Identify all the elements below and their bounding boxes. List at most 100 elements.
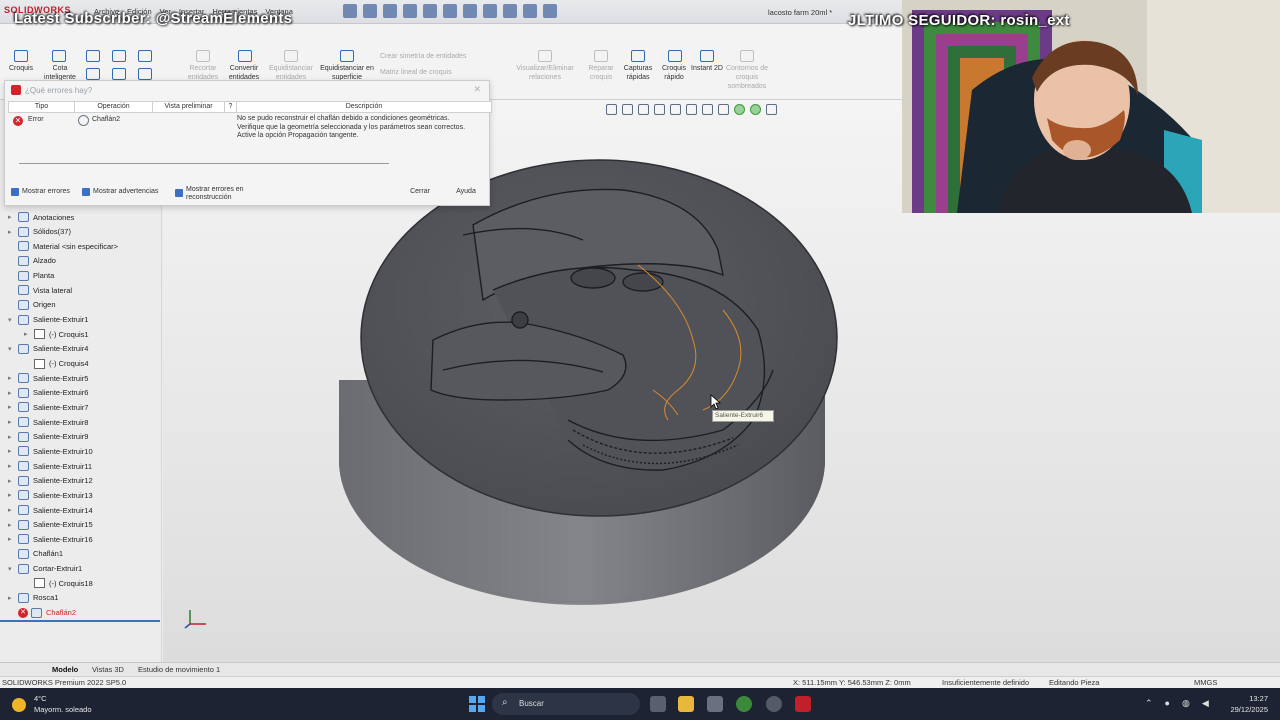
- col-vista-preliminar[interactable]: Vista preliminar: [153, 102, 225, 112]
- expand-toggle-icon[interactable]: ▸: [8, 594, 18, 602]
- store-icon[interactable]: [707, 696, 723, 712]
- zoom-to-fit-icon[interactable]: [606, 104, 617, 115]
- expand-toggle-icon[interactable]: ▸: [8, 535, 18, 543]
- tray-chevron-icon[interactable]: ⌃: [1145, 698, 1153, 709]
- tree-item[interactable]: ▸ Saliente-Extruir9: [8, 430, 88, 444]
- spline-tool-icon[interactable]: [138, 50, 152, 62]
- tree-item[interactable]: Planta: [8, 269, 54, 283]
- slot-tool-icon[interactable]: [112, 68, 126, 80]
- options-gear-icon[interactable]: [543, 4, 557, 18]
- rebuild-icon[interactable]: [503, 4, 517, 18]
- ribbon-simetria-button[interactable]: Crear simetría de entidades: [380, 52, 490, 61]
- volume-icon[interactable]: ◀: [1202, 698, 1209, 709]
- tree-item[interactable]: ▸ Saliente-Extruir14: [8, 503, 93, 517]
- help-button[interactable]: Ayuda: [449, 185, 483, 199]
- tab-estudio-movimiento[interactable]: Estudio de movimiento 1: [138, 665, 220, 674]
- expand-toggle-icon[interactable]: ▸: [8, 389, 18, 397]
- tree-item[interactable]: Origen: [8, 298, 56, 312]
- save-icon[interactable]: [403, 4, 417, 18]
- tree-item[interactable]: ▸ Sólidos(37): [8, 225, 71, 239]
- taskbar-clock[interactable]: 13:27 29/12/2025: [1226, 693, 1268, 715]
- view-orientation-icon[interactable]: [686, 104, 697, 115]
- close-button[interactable]: Cerrar: [403, 185, 437, 199]
- col-info[interactable]: ?: [225, 102, 237, 112]
- view-settings-icon[interactable]: [766, 104, 777, 115]
- tree-item[interactable]: ▸ Saliente-Extruir6: [8, 386, 88, 400]
- tree-item[interactable]: ▸ Saliente-Extruir16: [8, 532, 93, 546]
- microphone-icon[interactable]: ●: [1165, 698, 1170, 709]
- new-file-icon[interactable]: [363, 4, 377, 18]
- ribbon-relaciones-button[interactable]: Visualizar/Eliminar relaciones: [512, 64, 578, 82]
- close-icon[interactable]: ✕: [473, 84, 481, 95]
- network-icon[interactable]: ◍: [1182, 698, 1190, 709]
- tree-item[interactable]: ▸ (-) Croquis1: [24, 327, 89, 341]
- col-descripcion[interactable]: Descripción: [237, 102, 491, 112]
- tree-item[interactable]: ▸ Saliente-Extruir11: [8, 459, 92, 473]
- expand-toggle-icon[interactable]: ▸: [8, 521, 18, 529]
- expand-toggle-icon[interactable]: ▾: [8, 345, 18, 353]
- expand-toggle-icon[interactable]: ▸: [24, 330, 34, 338]
- expand-toggle-icon[interactable]: ▸: [8, 506, 18, 514]
- ribbon-instant2d-button[interactable]: Instant 2D: [690, 64, 724, 73]
- apply-scene-icon[interactable]: [750, 104, 761, 115]
- expand-toggle-icon[interactable]: ▸: [8, 447, 18, 455]
- tree-item[interactable]: ▸ Rosca1: [8, 591, 58, 605]
- ribbon-croquis-button[interactable]: Croquis: [4, 64, 38, 73]
- show-warnings-checkbox[interactable]: Mostrar advertencias: [82, 188, 158, 196]
- section-view-icon[interactable]: [654, 104, 665, 115]
- tree-item[interactable]: (-) Croquis4: [24, 357, 89, 371]
- line-tool-icon[interactable]: [86, 50, 100, 62]
- tab-modelo[interactable]: Modelo: [52, 665, 78, 674]
- tree-item[interactable]: Vista lateral: [8, 283, 72, 297]
- tree-item[interactable]: (-) Croquis18: [24, 576, 93, 590]
- tree-item[interactable]: Alzado: [8, 254, 56, 268]
- ribbon-contornos-button[interactable]: Contornos de croquis sombreados: [722, 64, 772, 91]
- tree-item[interactable]: ▾ Saliente-Extruir4: [8, 342, 88, 356]
- home-icon[interactable]: [343, 4, 357, 18]
- rectangle-tool-icon[interactable]: [86, 68, 100, 80]
- expand-toggle-icon[interactable]: ▸: [8, 477, 18, 485]
- open-file-icon[interactable]: [383, 4, 397, 18]
- windows-start-icon[interactable]: [469, 696, 485, 712]
- expand-toggle-icon[interactable]: ▸: [8, 491, 18, 499]
- tree-item[interactable]: ▸ Saliente-Extruir7: [8, 400, 88, 414]
- select-icon[interactable]: [483, 4, 497, 18]
- show-errors-checkbox[interactable]: Mostrar errores: [11, 188, 70, 196]
- ribbon-croquis-rapido-button[interactable]: Croquis rápido: [656, 64, 692, 82]
- zoom-area-icon[interactable]: [622, 104, 633, 115]
- dynamic-annotation-icon[interactable]: [670, 104, 681, 115]
- status-units[interactable]: MMGS: [1194, 678, 1217, 687]
- taskbar-search[interactable]: ⌕ Buscar: [492, 693, 640, 715]
- tree-item[interactable]: ▸ Saliente-Extruir12: [8, 474, 93, 488]
- ribbon-capturas-button[interactable]: Capturas rápidas: [620, 64, 656, 82]
- col-tipo[interactable]: Tipo: [9, 102, 75, 112]
- file-properties-icon[interactable]: [523, 4, 537, 18]
- polygon-tool-icon[interactable]: [138, 68, 152, 80]
- weather-condition[interactable]: Mayorm. soleado: [34, 705, 92, 714]
- obs-icon[interactable]: [766, 696, 782, 712]
- file-explorer-icon[interactable]: [678, 696, 694, 712]
- expand-toggle-icon[interactable]: ▾: [8, 316, 18, 324]
- tree-item[interactable]: ▸ Saliente-Extruir10: [8, 444, 93, 458]
- tree-item[interactable]: ▸ Saliente-Extruir13: [8, 488, 93, 502]
- task-view-icon[interactable]: [650, 696, 666, 712]
- expand-toggle-icon[interactable]: ▸: [8, 374, 18, 382]
- tree-item[interactable]: ▸ Saliente-Extruir15: [8, 518, 93, 532]
- ribbon-matriz-lineal-button[interactable]: Matriz lineal de croquis: [380, 68, 490, 77]
- tree-item[interactable]: ▸ Saliente-Extruir5: [8, 371, 88, 385]
- expand-toggle-icon[interactable]: ▸: [8, 228, 18, 236]
- error-row[interactable]: ✕ Error Chaflán2 No se pudo reconstruir …: [8, 114, 492, 144]
- expand-toggle-icon[interactable]: ▸: [8, 462, 18, 470]
- expand-toggle-icon[interactable]: ▸: [8, 213, 18, 221]
- tree-item[interactable]: Material <sin especificar>: [8, 239, 118, 253]
- tree-item[interactable]: ▾ Saliente-Extruir1: [8, 313, 88, 327]
- edit-appearance-icon[interactable]: [734, 104, 745, 115]
- display-style-icon[interactable]: [702, 104, 713, 115]
- expand-toggle-icon[interactable]: ▾: [8, 565, 18, 573]
- expand-toggle-icon[interactable]: ▸: [8, 418, 18, 426]
- expand-toggle-icon[interactable]: ▸: [8, 403, 18, 411]
- tree-item[interactable]: ✕ Chaflán2: [8, 606, 76, 620]
- ribbon-reparar-button[interactable]: Reparar croquis: [582, 64, 620, 82]
- tree-item[interactable]: ▸ Saliente-Extruir8: [8, 415, 88, 429]
- sun-weather-icon[interactable]: [12, 698, 26, 712]
